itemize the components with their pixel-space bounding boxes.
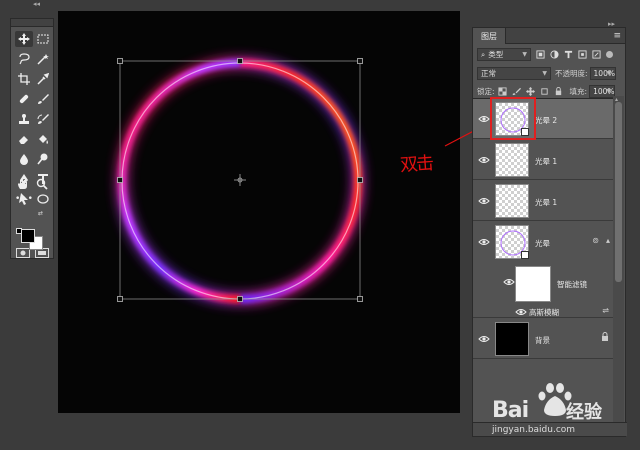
top-strip: ◂◂ ▸▸ <box>0 0 640 28</box>
smart-filter-mask-thumbnail <box>515 266 551 302</box>
smart-filters-row[interactable]: 智能滤镜 <box>473 262 613 306</box>
magic-wand-icon[interactable] <box>34 51 52 67</box>
watermark-brand: Bai <box>492 398 529 423</box>
stamp-icon[interactable] <box>15 111 33 127</box>
lock-label: 锁定: <box>477 87 495 96</box>
blur-icon[interactable] <box>15 151 33 167</box>
marquee-icon[interactable] <box>34 31 52 47</box>
blend-mode-value: 正常 <box>481 69 496 78</box>
watermark-url: jingyan.baidu.com <box>492 425 576 435</box>
fill-label: 填充: <box>569 87 588 96</box>
annotation-double-click-text: 双击 <box>399 152 433 177</box>
bucket-icon[interactable] <box>34 131 52 147</box>
filter-type-icon[interactable] <box>563 50 573 60</box>
smart-object-badge-icon <box>521 251 529 259</box>
chevron-down-icon: ▼ <box>606 70 612 77</box>
layers-tabbar: 图层 ≡ <box>473 28 625 44</box>
layer-row-glow-1b[interactable]: 光晕 1 <box>473 181 613 221</box>
eye-icon[interactable] <box>478 114 490 124</box>
fill-value: 100% <box>593 87 615 96</box>
lock-all-icon[interactable] <box>554 87 564 97</box>
lock-brush-icon[interactable] <box>512 87 522 97</box>
blend-row: 正常 ▼ 不透明度: 100% ▼ <box>477 67 631 80</box>
tab-layers[interactable]: 图层 <box>473 28 506 44</box>
eye-icon[interactable] <box>478 237 490 247</box>
tools-panel: ••• <box>10 18 54 259</box>
filter-smart-object-icon[interactable] <box>591 50 601 60</box>
tools-grip[interactable] <box>11 19 53 27</box>
glow-ring-artwork <box>117 58 363 304</box>
healing-icon[interactable] <box>15 91 33 107</box>
eye-icon[interactable] <box>515 307 527 317</box>
eye-icon[interactable] <box>503 277 515 287</box>
eraser-icon[interactable] <box>15 131 33 147</box>
chevron-down-icon: ▼ <box>542 70 547 77</box>
crop-icon[interactable] <box>15 71 33 87</box>
filter-kind-label: 类型 <box>488 50 504 59</box>
layer-row-glow-1a[interactable]: 光晕 1 <box>473 140 613 180</box>
lasso-icon[interactable] <box>15 51 33 67</box>
lock-transparent-icon[interactable] <box>498 87 508 97</box>
filter-blending-options-icon[interactable]: ⇌ <box>602 306 609 315</box>
blend-mode-dropdown[interactable]: 正常 ▼ <box>477 67 551 80</box>
filter-toggle-icon[interactable] <box>606 51 613 58</box>
move-icon[interactable] <box>15 31 33 47</box>
layer-name[interactable]: 光晕 1 <box>535 197 557 208</box>
layer-name[interactable]: 光晕 1 <box>535 156 557 167</box>
eye-icon[interactable] <box>478 196 490 206</box>
layer-name[interactable]: 光晕 <box>535 238 550 249</box>
lock-icon <box>601 332 609 344</box>
filter-kind-dropdown[interactable]: ⌕ 类型 ▼ <box>477 48 531 61</box>
filter-row: ⌕ 类型 ▼ <box>477 48 631 61</box>
opacity-field[interactable]: 100% ▼ <box>589 67 616 80</box>
zoom-icon[interactable] <box>33 176 51 192</box>
chevron-down-icon: ▼ <box>606 88 612 95</box>
document-canvas[interactable] <box>58 11 460 413</box>
fill-field[interactable]: 100% ▼ <box>589 85 616 98</box>
filter-shape-icon[interactable] <box>577 50 587 60</box>
filter-pixel-icon[interactable] <box>535 50 545 60</box>
annotation-highlight-box <box>490 97 536 140</box>
brush-icon[interactable] <box>34 91 52 107</box>
collapse-left-icon[interactable]: ◂◂ <box>33 0 40 8</box>
gaussian-blur-label[interactable]: 高斯模糊 <box>529 307 559 318</box>
swap-colors-icon[interactable]: ⇄ <box>38 210 43 217</box>
filter-effects-icon[interactable]: ⊚ <box>592 236 599 245</box>
dodge-icon[interactable] <box>34 151 52 167</box>
opacity-label: 不透明度: <box>555 69 588 78</box>
layer-thumbnail <box>495 143 529 177</box>
eyedropper-icon[interactable] <box>34 71 52 87</box>
scrollbar-thumb[interactable] <box>615 102 622 282</box>
panel-menu-icon[interactable]: ≡ <box>613 31 621 41</box>
lock-position-icon[interactable] <box>526 87 536 97</box>
layers-list: 光晕 2 光晕 1 光晕 1 光晕 ⊚ ▴ 智能滤镜 高斯模糊 ⇌ 背景 <box>473 97 613 424</box>
gaussian-blur-row[interactable]: 高斯模糊 ⇌ <box>473 306 613 318</box>
search-icon: ⌕ <box>481 49 486 59</box>
hand-icon[interactable] <box>14 176 32 192</box>
layer-name[interactable]: 光晕 2 <box>535 115 557 126</box>
history-brush-icon[interactable] <box>34 111 52 127</box>
more-tools-icon[interactable]: ••• <box>15 194 34 204</box>
eye-icon[interactable] <box>478 155 490 165</box>
ellipse-icon[interactable] <box>34 191 52 207</box>
layer-row-glow[interactable]: 光晕 ⊚ ▴ <box>473 222 613 262</box>
eye-icon[interactable] <box>478 334 490 344</box>
layers-panel: 图层 ≡ ⌕ 类型 ▼ 正常 ▼ 不透明度: 100% ▼ 锁定: 填充: 10… <box>472 27 627 437</box>
chevron-down-icon: ▼ <box>522 51 527 58</box>
layer-row-background[interactable]: 背景 <box>473 319 613 359</box>
layer-name[interactable]: 背景 <box>535 335 550 346</box>
watermark-brand-cn: 经验 <box>566 402 602 423</box>
lock-artboard-icon[interactable] <box>540 87 550 97</box>
layer-thumbnail <box>495 184 529 218</box>
chevron-up-icon[interactable]: ▴ <box>606 236 610 245</box>
foreground-color-swatch[interactable] <box>21 229 35 243</box>
filter-adjustment-icon[interactable] <box>549 50 559 60</box>
smart-filters-label: 智能滤镜 <box>557 280 587 289</box>
layer-thumbnail <box>495 322 529 356</box>
